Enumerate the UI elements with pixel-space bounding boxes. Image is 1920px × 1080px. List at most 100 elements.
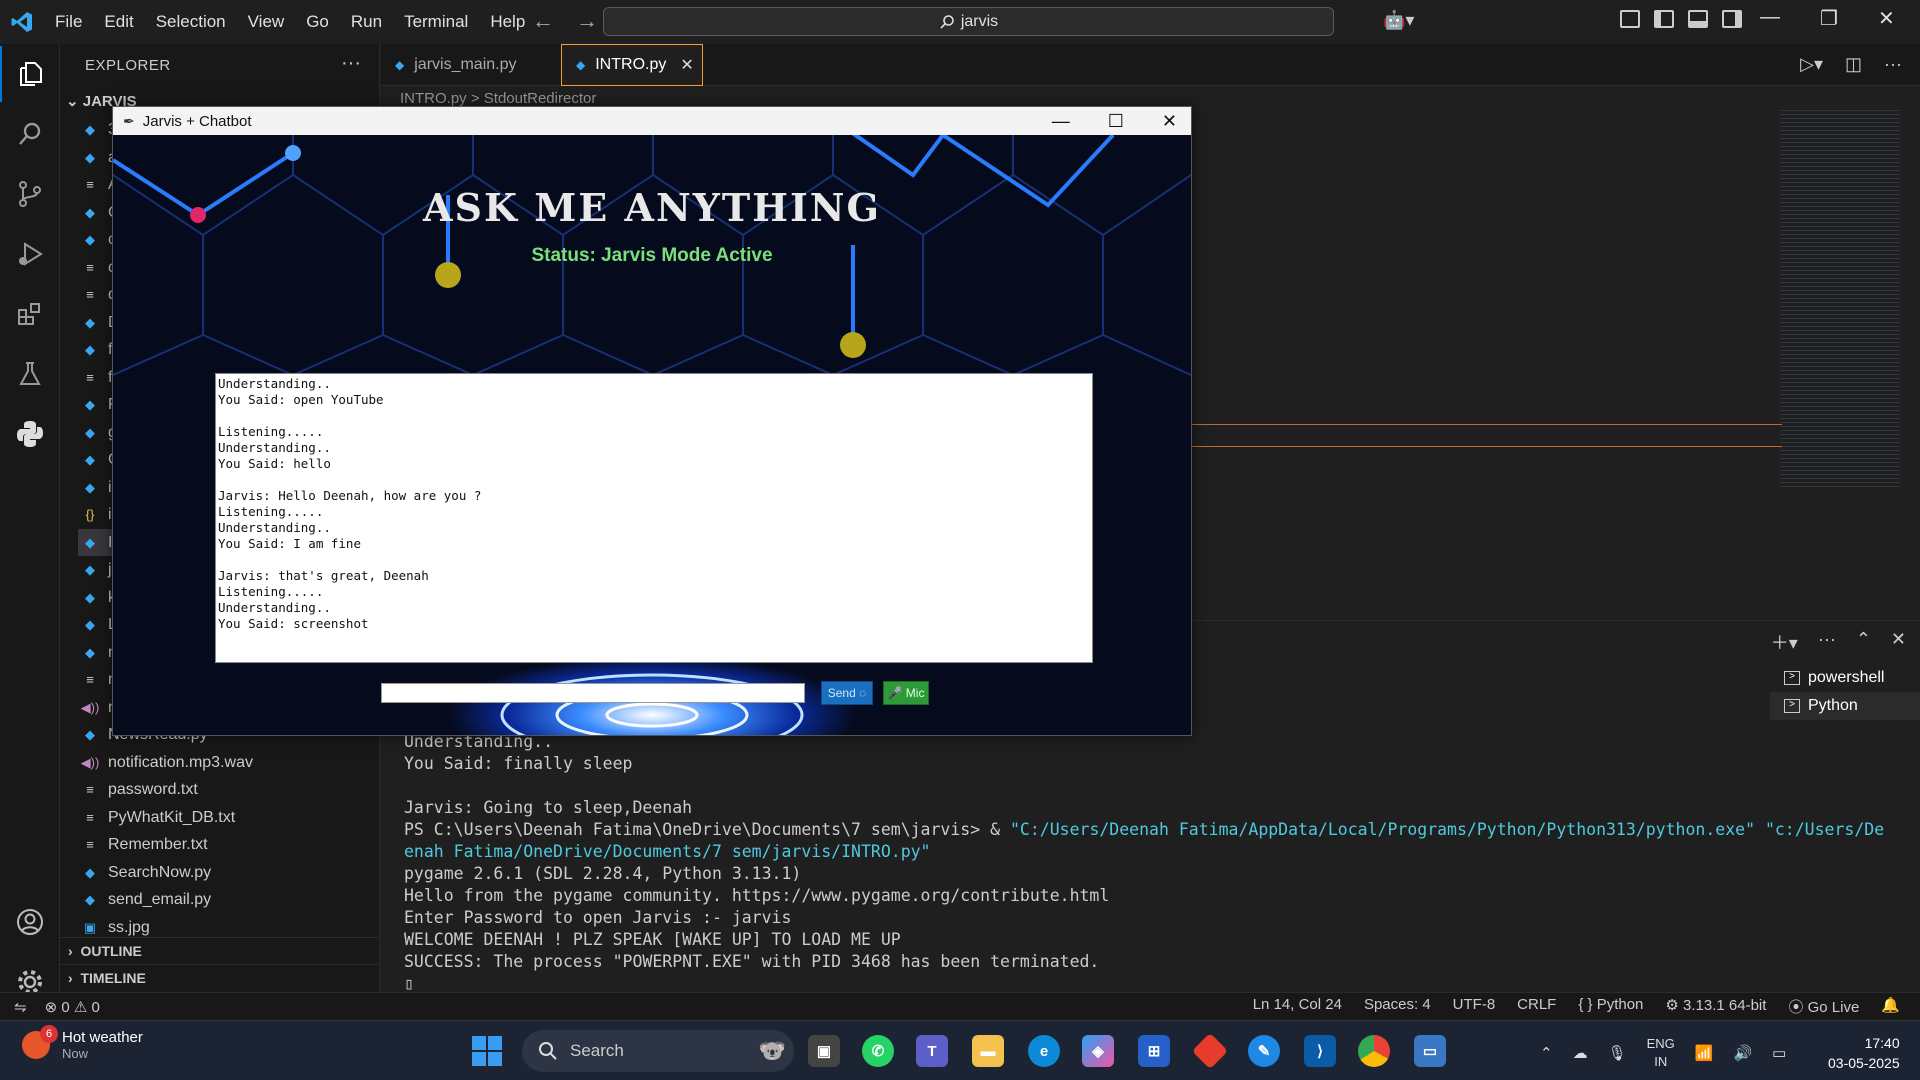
maximize-icon[interactable]: ☐ (1108, 111, 1124, 132)
menu-run[interactable]: Run (340, 12, 393, 32)
menu-file[interactable]: File (44, 12, 93, 32)
new-terminal-icon[interactable]: ＋▾ (1771, 629, 1798, 655)
testing-icon[interactable] (0, 346, 60, 402)
volume-icon[interactable]: 🔊 (1733, 1044, 1752, 1062)
task-view-icon[interactable]: ▣ (808, 1035, 840, 1067)
menu-terminal[interactable]: Terminal (393, 12, 479, 32)
copilot-app-icon[interactable]: ◈ (1082, 1035, 1114, 1067)
restore-icon[interactable]: ❐ (1820, 6, 1838, 31)
extensions-icon[interactable] (0, 286, 60, 342)
image-file-icon: ▣ (83, 919, 97, 935)
jarvis-titlebar[interactable]: ✒ Jarvis + Chatbot — ☐ ✕ (113, 107, 1191, 135)
file-item[interactable]: ◆ send_email.py (78, 886, 378, 913)
toggle-panel-icon[interactable] (1688, 10, 1708, 28)
store-icon[interactable]: ⊞ (1138, 1035, 1170, 1067)
toggle-secondary-sidebar-icon[interactable] (1722, 10, 1742, 28)
forward-arrow-icon[interactable]: → (576, 8, 598, 34)
tab-intro[interactable]: ◆ INTRO.py ✕ (561, 44, 703, 86)
language-mode[interactable]: { } Python (1578, 996, 1643, 1017)
microphone-icon[interactable]: 🎙 (1608, 1044, 1627, 1062)
more-actions-icon[interactable]: ··· (341, 52, 361, 75)
split-editor-icon[interactable]: ◫ (1845, 54, 1862, 75)
file-item[interactable]: ≡ password.txt (78, 776, 378, 803)
close-icon[interactable]: ✕ (1878, 6, 1895, 31)
customize-layout-icon[interactable] (1620, 10, 1640, 28)
menu-help[interactable]: Help (479, 12, 536, 32)
cursor-position[interactable]: Ln 14, Col 24 (1253, 996, 1342, 1017)
jarvis-window-controls: — ☐ ✕ (1052, 107, 1177, 135)
breadcrumb[interactable]: INTRO.py > StdoutRedirector (400, 90, 596, 107)
menu-selection[interactable]: Selection (145, 12, 237, 32)
run-debug-icon[interactable] (0, 226, 60, 282)
app-red-icon[interactable] (1191, 1032, 1229, 1070)
outline-section[interactable]: › OUTLINE (60, 937, 379, 964)
python-file-icon: ◆ (85, 204, 95, 220)
terminal-line: Hello from the pygame community. https:/… (404, 886, 1110, 905)
tab-jarvis-main[interactable]: ◆ jarvis_main.py (381, 44, 559, 86)
timeline-section[interactable]: › TIMELINE (60, 964, 379, 991)
indentation[interactable]: Spaces: 4 (1364, 996, 1431, 1017)
back-arrow-icon[interactable]: ← (532, 8, 554, 34)
python-icon[interactable] (0, 406, 60, 462)
jarvis-heading: ASK ME ANYTHING (423, 185, 881, 230)
terminal-item-powershell[interactable]: > powershell (1770, 664, 1920, 692)
more-actions-icon[interactable]: ··· (1884, 54, 1902, 75)
notifications-icon[interactable]: 🔔 (1881, 996, 1900, 1017)
command-center-search[interactable]: jarvis (603, 7, 1334, 36)
diff-marker-line (1192, 424, 1782, 425)
wifi-icon[interactable]: 📶 (1695, 1044, 1714, 1062)
more-actions-icon[interactable]: ··· (1818, 629, 1836, 655)
file-item[interactable]: ≡ Remember.txt (78, 831, 378, 858)
send-button[interactable]: Send ◌ (821, 681, 873, 705)
text-file-icon: ≡ (86, 177, 94, 192)
run-file-icon[interactable]: ▷▾ (1800, 54, 1823, 75)
file-item[interactable]: ◀)) notification.mp3.wav (78, 749, 378, 776)
explorer-icon[interactable] (0, 46, 60, 102)
menu-view[interactable]: View (237, 12, 296, 32)
file-item[interactable]: ◆ SearchNow.py (78, 859, 378, 886)
encoding[interactable]: UTF-8 (1453, 996, 1496, 1017)
onedrive-icon[interactable]: ☁ (1573, 1044, 1588, 1062)
close-panel-icon[interactable]: ✕ (1891, 629, 1906, 655)
terminal-output[interactable]: Understanding.. You Said: finally sleep J… (404, 731, 1884, 995)
weather-widget[interactable]: 6 Hot weather Now (22, 1025, 143, 1061)
problems-indicator[interactable]: ⊗ 0 ⚠ 0 (45, 998, 100, 1016)
battery-icon[interactable]: ▭ (1772, 1044, 1786, 1062)
teams-icon[interactable]: T (916, 1035, 948, 1067)
menu-go[interactable]: Go (295, 12, 340, 32)
edge-icon[interactable]: e (1028, 1035, 1060, 1067)
minimap[interactable] (1780, 110, 1900, 490)
search-icon[interactable] (0, 106, 60, 162)
clock[interactable]: 17:40 03-05-2025 (1828, 1033, 1900, 1073)
chrome-icon[interactable] (1358, 1035, 1390, 1067)
minimize-icon[interactable]: — (1760, 6, 1780, 31)
source-control-icon[interactable] (0, 166, 60, 222)
go-live[interactable]: ⦿ Go Live (1788, 996, 1859, 1017)
menu-edit[interactable]: Edit (93, 12, 144, 32)
terminal-item-python[interactable]: > Python (1770, 692, 1920, 720)
file-explorer-icon[interactable]: ▬ (972, 1035, 1004, 1067)
mic-button[interactable]: 🎤 Mic (883, 681, 929, 705)
vscode-taskbar-icon[interactable]: ⟩ (1304, 1035, 1336, 1067)
python-tk-window-icon[interactable]: ▭ (1414, 1035, 1446, 1067)
close-tab-icon[interactable]: ✕ (680, 55, 693, 75)
paint-icon[interactable]: ✎ (1248, 1035, 1280, 1067)
minimize-icon[interactable]: — (1052, 111, 1070, 132)
taskbar-search[interactable]: Search 🐨 (522, 1030, 794, 1072)
toggle-sidebar-icon[interactable] (1654, 10, 1674, 28)
jarvis-message-input[interactable] (381, 683, 805, 703)
jarvis-conversation-log[interactable]: Understanding.. You Said: open YouTube L… (215, 373, 1093, 663)
whatsapp-icon[interactable]: ✆ (862, 1035, 894, 1067)
start-button[interactable] (472, 1036, 502, 1066)
interpreter[interactable]: ⚙ 3.13.1 64-bit (1665, 996, 1766, 1017)
remote-icon[interactable]: ⇋ (14, 998, 27, 1016)
close-icon[interactable]: ✕ (1162, 111, 1177, 132)
python-file-icon: ◆ (395, 58, 405, 72)
end-of-line[interactable]: CRLF (1517, 996, 1556, 1017)
show-hidden-icons-icon[interactable]: ⌃ (1540, 1044, 1553, 1062)
accounts-icon[interactable] (0, 894, 60, 950)
copilot-icon[interactable]: 🤖▾ (1383, 10, 1414, 31)
file-item[interactable]: ≡ PyWhatKit_DB.txt (78, 804, 378, 831)
language-indicator[interactable]: ENG IN (1647, 1035, 1675, 1071)
maximize-panel-icon[interactable]: ⌃ (1856, 629, 1871, 655)
